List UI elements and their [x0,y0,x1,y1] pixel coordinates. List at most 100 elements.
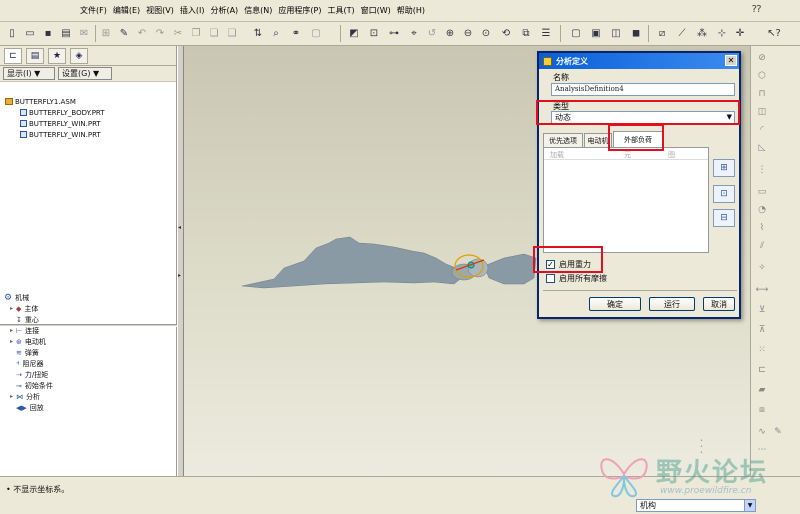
datum-planes-toggle-icon[interactable]: ⧄ [654,25,670,41]
mirror-icon[interactable]: ⟷ [755,284,769,296]
email-icon[interactable]: ✉ [76,25,92,41]
undo-icon[interactable]: ↶ [134,25,150,41]
redo-icon[interactable]: ↷ [152,25,168,41]
mech-row-springs[interactable]: ≋ 弹簧 [0,347,177,358]
collapse-left-icon[interactable]: ◂ [178,224,181,231]
add-load-icon[interactable]: ⊞ [713,159,735,177]
dialog-titlebar[interactable]: 分析定义 ✕ [539,53,739,69]
ok-button[interactable]: 确定 [589,297,641,311]
name-field[interactable]: AnalysisDefinition4 [551,83,735,96]
datum-csys-icon[interactable]: ⌖ [406,25,422,41]
spin-center-icon[interactable]: ↺ [424,25,440,41]
variable-sweep-icon[interactable]: ⌇ [755,222,769,234]
menu-window[interactable]: 窗口(W) [361,5,391,16]
mech-row-forces[interactable]: ⇢ 力/扭矩 [0,369,177,380]
mech-row-gravity[interactable]: ↧ 重心 [0,314,177,325]
offset-icon[interactable]: ⊏ [755,364,769,376]
menu-file[interactable]: 文件(F) [80,5,107,16]
show-dropdown[interactable]: 显示(I) ▼ [3,67,55,80]
datum-points-toggle-icon[interactable]: ⁂ [694,25,710,41]
extrude-icon[interactable]: ▭ [755,186,769,198]
saved-views-icon[interactable]: ⧉ [518,25,534,41]
copy-icon[interactable]: ❐ [188,25,204,41]
new-icon[interactable]: ▯ [4,25,20,41]
tree-row-asm[interactable]: BUTTERFLY1.ASM [0,96,177,107]
model-tree-tab-icon[interactable]: ⊏ [4,48,22,64]
friction-checkbox[interactable] [546,274,555,283]
tree-row-win2[interactable]: BUTTERFLY_WIN.PRT [0,129,177,140]
regen-icon[interactable]: ⇅ [250,25,266,41]
shading-icon[interactable]: ◼ [628,25,644,41]
favorites-tab-icon[interactable]: ★ [48,48,66,64]
find-icon[interactable]: ⌕ [268,25,284,41]
mech-row-analyses[interactable]: ▸ ⋈ 分析 [0,391,177,402]
menu-applications[interactable]: 应用程序(P) [278,5,321,16]
menu-analysis[interactable]: 分析(A) [210,5,238,16]
no-hidden-icon[interactable]: ◫ [608,25,624,41]
shell-icon[interactable]: ⬡ [755,70,769,82]
print-icon[interactable]: ▤ [58,25,74,41]
hidden-line-icon[interactable]: ▣ [588,25,604,41]
tree-row-body[interactable]: BUTTERFLY_BODY.PRT [0,107,177,118]
mech-row-motors[interactable]: ▸ ⊛ 电动机 [0,336,177,347]
csys-toggle-icon[interactable]: ⊹ [714,25,730,41]
blend-icon[interactable]: ⫽ [755,240,769,252]
mech-row-initial[interactable]: ⊸ 初始条件 [0,380,177,391]
paste-icon[interactable]: ❏ [206,25,222,41]
hole-icon[interactable]: ⊘ [755,52,769,64]
external-loads-table[interactable]: 加载 元 图 [543,147,709,253]
datum-axis-icon[interactable]: ⊡ [366,25,382,41]
layers-icon[interactable]: ☰ [538,25,554,41]
menu-tools[interactable]: 工具(T) [328,5,355,16]
datum-plane-icon[interactable]: ◩ [346,25,362,41]
rib-icon[interactable]: ⊓ [755,88,769,100]
folder-browser-tab-icon[interactable]: ▤ [26,48,44,64]
spin-center-toggle-icon[interactable]: ✛ [732,25,748,41]
open-icon[interactable]: ▭ [22,25,38,41]
save-icon[interactable]: ▪ [40,25,56,41]
edit-icon[interactable]: ✎ [116,25,132,41]
zoom-in-icon[interactable]: ⊕ [442,25,458,41]
whats-this-icon[interactable]: ↖? [766,25,782,41]
settings-dropdown[interactable]: 设置(G) ▼ [58,67,112,80]
run-button[interactable]: 运行 [649,297,695,311]
connections-tab-icon[interactable]: ◈ [70,48,88,64]
style-icon[interactable]: ✧ [755,262,769,274]
reorient-icon[interactable]: ⟲ [498,25,514,41]
datum-axes-toggle-icon[interactable]: ⟋ [674,25,690,41]
menu-edit[interactable]: 编辑(E) [113,5,140,16]
refit-icon[interactable]: ⊙ [478,25,494,41]
close-icon[interactable]: ✕ [725,55,737,66]
tree-row-win1[interactable]: BUTTERFLY_WIN.PRT [0,118,177,129]
menu-help[interactable]: 帮助(H) [397,5,425,16]
binoculars-icon[interactable]: ⚭ [288,25,304,41]
menu-view[interactable]: 视图(V) [146,5,174,16]
regenerate-icon[interactable]: ⊞ [98,25,114,41]
mech-row-root[interactable]: ⚙ 机械 [0,292,177,303]
panel-splitter[interactable]: ◂ ▸ [177,46,184,476]
mech-row-playback[interactable]: ◀▶ 回放 [0,402,177,413]
tab-preferences[interactable]: 优先选项 [543,133,583,147]
solidify-icon[interactable]: ⧈ [755,404,769,416]
thicken-icon[interactable]: ▰ [755,384,769,396]
draft-icon[interactable]: ◫ [755,106,769,118]
selection-box-icon[interactable]: ▢ [308,25,324,41]
delete-load-icon[interactable]: ⊟ [713,209,735,227]
menu-info[interactable]: 信息(N) [244,5,272,16]
context-help-icon[interactable]: ⁇ [752,4,761,15]
round-icon[interactable]: ◜ [755,124,769,136]
zoom-out-icon[interactable]: ⊖ [460,25,476,41]
curve-icon[interactable]: ∿ [755,426,769,438]
menu-insert[interactable]: 插入(I) [180,5,205,16]
expand-right-icon[interactable]: ▸ [178,272,181,279]
wireframe-icon[interactable]: ▢ [568,25,584,41]
cancel-button[interactable]: 取消 [703,297,735,311]
mech-row-bodies[interactable]: ▸ ◆ 主体 [0,303,177,314]
revolve-icon[interactable]: ◔ [755,204,769,216]
trim-icon[interactable]: ⊼ [755,324,769,336]
merge-icon[interactable]: ⊻ [755,304,769,316]
datum-point-icon[interactable]: ⊶ [386,25,402,41]
edit-load-icon[interactable]: ⊡ [713,185,735,203]
pattern-icon[interactable]: ⁙ [755,344,769,356]
sketch-icon[interactable]: ✎ [771,426,785,438]
